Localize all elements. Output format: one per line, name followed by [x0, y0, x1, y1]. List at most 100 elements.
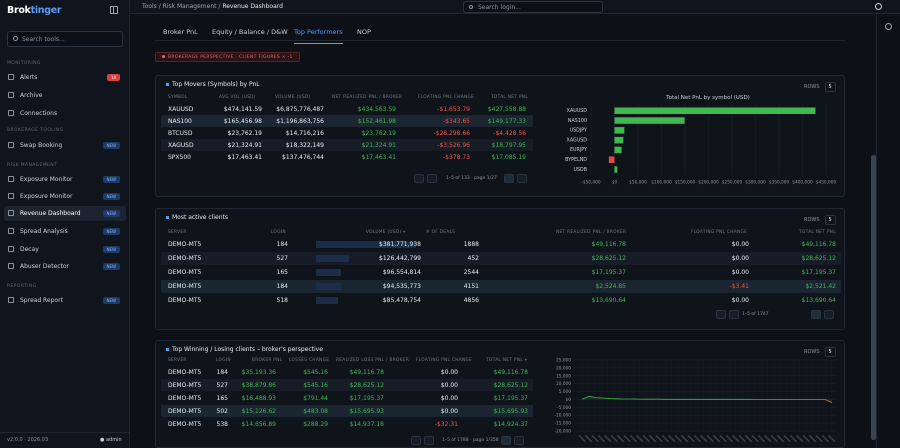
pager-first-button[interactable]	[427, 174, 437, 183]
pager-next-button[interactable]	[811, 310, 821, 319]
col-header[interactable]: LOSSES CHANGE	[289, 358, 329, 363]
table-row[interactable]: DEMO-MT5 184 $94,535,773 4151 $2,524.85 -$3.4…	[161, 280, 841, 293]
table-row[interactable]: XAUUSD $474,141.59 $6,875,776,487 $434,563.…	[161, 103, 533, 115]
x-tick-label	[757, 434, 766, 443]
pager-prev-button[interactable]	[411, 436, 421, 445]
pager-next-button[interactable]	[504, 174, 514, 183]
table-cell: $49,116.78	[349, 369, 384, 376]
rows-selector[interactable]: ROWS 5	[804, 215, 836, 225]
col-header[interactable]: SERVER	[168, 230, 187, 235]
sidebar-item-archive[interactable]: Archive	[4, 88, 126, 103]
tab-equity-balance[interactable]: Equity / Balance / D&W	[212, 28, 288, 36]
login-search-input[interactable]: Search login...	[463, 1, 603, 13]
col-header[interactable]: NET REALIZED PNL / BROKER	[556, 230, 626, 235]
table-cell: 184	[216, 369, 228, 376]
col-header[interactable]: TOTAL NET PNL ▾	[486, 358, 527, 363]
table-cell: DEMO-MT5	[168, 241, 202, 248]
tab-top-performers[interactable]: Top Performers	[294, 28, 343, 44]
table-row[interactable]: DEMO-MT5 518 $85,478,754 4856 $13,690.64 $0.0…	[161, 294, 841, 307]
table-cell: $2,521.42	[805, 283, 836, 290]
rows-value[interactable]: 5	[824, 215, 836, 225]
pager-last-button[interactable]	[517, 174, 527, 183]
sidebar-item-spread-analysis[interactable]: Spread Analysis NEW	[4, 224, 126, 239]
pager-last-button[interactable]	[514, 436, 524, 445]
table-cell: -$32.31	[434, 421, 458, 428]
bar[interactable]	[614, 166, 618, 173]
col-header[interactable]: FLOATING PNL CHANGE	[691, 230, 747, 235]
bar[interactable]	[614, 136, 624, 144]
table-row[interactable]: DEMO-MT5 527 $38,879.86 $545.16 $28,625.12 $0…	[161, 379, 533, 391]
pager-next-button[interactable]	[501, 436, 511, 445]
user-menu[interactable]: ● admin	[100, 437, 122, 443]
table-row[interactable]: DEMO-MT5 165 $16,488.93 $791.44 $17,195.37 $0…	[161, 392, 533, 404]
sidebar-item-alerts[interactable]: Alerts 14	[4, 70, 126, 85]
table-row[interactable]: DEMO-MT5 527 $126,442,799 452 $28,625.12 $0.0…	[161, 252, 841, 265]
col-header[interactable]: VOLUME (USD) ▾	[366, 230, 406, 235]
sidebar-item-revenue-dashboard[interactable]: Revenue Dashboard NEW	[4, 206, 126, 221]
col-header[interactable]: FLOATING PNL CHANGE	[416, 358, 472, 363]
bar[interactable]	[614, 107, 816, 115]
bar[interactable]	[614, 127, 625, 134]
chart-title: Total Net PnL by symbol (USD)	[665, 95, 750, 101]
sidebar-item-exposure-monitor-2[interactable]: Exposure Monitor NEW	[4, 189, 126, 204]
sidebar-item-exposure-monitor[interactable]: Exposure Monitor NEW	[4, 172, 126, 187]
col-header[interactable]: # OF DEALS	[426, 230, 455, 235]
page-scrollbar[interactable]	[871, 155, 876, 440]
brand-logo[interactable]: Broktinger	[7, 5, 62, 16]
table-row[interactable]: DEMO-MT5 184 $35,193.36 $545.16 $49,116.78 $0…	[161, 366, 533, 378]
tab-broker-pnl[interactable]: Broker PnL	[163, 28, 198, 36]
col-header[interactable]: SERVER	[168, 358, 187, 363]
table-cell: $791.44	[303, 395, 328, 402]
col-header[interactable]: BROKER PNL	[252, 358, 282, 363]
pager-prev-button[interactable]	[716, 310, 726, 319]
col-header[interactable]: VOLUME (USD)	[275, 95, 311, 100]
new-badge: NEW	[102, 176, 120, 183]
theme-toggle-icon[interactable]	[875, 3, 882, 10]
winning-losing-clients-card: Top Winning / Losing clients – broker's …	[155, 340, 845, 448]
table-row[interactable]: XAGUSD $21,324.91 $18,322,149 $21,324.91 -$3…	[161, 139, 533, 151]
table-row[interactable]: SPX500 $17,463.41 $137,476,744 $17,463.41 -$…	[161, 151, 533, 163]
bar[interactable]	[608, 156, 615, 164]
sidebar-collapse-icon[interactable]	[110, 6, 118, 14]
table-row[interactable]: NAS100 $165,456.98 $1,196,863,756 $152,461.…	[161, 115, 533, 127]
bar[interactable]	[614, 117, 685, 124]
sidebar-section-reporting: Reporting	[7, 284, 37, 289]
col-header[interactable]: LOGIN	[216, 358, 231, 363]
sidebar-item-spread-report[interactable]: Spread Report NEW	[4, 293, 126, 308]
table-row[interactable]: BTCUSD $23,762.19 $14,716,216 $23,762.19 -$2…	[161, 127, 533, 139]
breadcrumb-tools[interactable]: Tools	[142, 3, 157, 10]
tab-nop[interactable]: NOP	[357, 28, 371, 36]
table-row[interactable]: DEMO-MT5 538 $14,656.89 $288.29 $14,937.18 -$…	[161, 418, 533, 430]
table-cell: $483.08	[303, 408, 328, 415]
profile-icon[interactable]	[885, 23, 892, 30]
col-header[interactable]: TOTAL NET PNL	[491, 95, 528, 100]
sidebar-item-abuser-detector[interactable]: Abuser Detector NEW	[4, 259, 126, 274]
pager-last-button[interactable]	[824, 310, 834, 319]
col-header[interactable]: REALIZED LOSS PNL / BROKER	[336, 358, 409, 363]
breadcrumb-risk[interactable]: Risk Management	[163, 3, 217, 10]
x-tick-label	[821, 434, 830, 443]
sidebar-item-swap-booking[interactable]: Swap Booking NEW	[4, 138, 126, 153]
table-row[interactable]: DEMO-MT5 502 $15,126.62 $483.08 $15,695.93 $0…	[161, 405, 533, 417]
search-icon	[13, 36, 18, 41]
col-header[interactable]: TOTAL NET PNL	[799, 230, 836, 235]
table-cell: $545.16	[303, 382, 328, 389]
col-header[interactable]: FLOATING PNL CHANGE	[418, 95, 474, 100]
col-header[interactable]: LOGIN	[271, 230, 286, 235]
sidebar-item-decay[interactable]: Decay NEW	[4, 242, 126, 257]
pager-prev-button[interactable]	[414, 174, 424, 183]
table-row[interactable]: DEMO-MT5 184 $381,771,938 1888 $49,116.78 $0.…	[161, 238, 841, 251]
table-cell: $0.00	[440, 382, 458, 389]
pager-first-button[interactable]	[424, 436, 434, 445]
col-header[interactable]: SYMBOL	[168, 95, 188, 100]
table-cell: $35,193.36	[241, 369, 276, 376]
table-row[interactable]: DEMO-MT5 165 $96,554,814 2544 $17,195.37 $0.0…	[161, 266, 841, 279]
table-cell: $288.29	[303, 421, 328, 428]
sidebar-item-connections[interactable]: Connections	[4, 106, 126, 121]
col-header[interactable]: AVG VOL (USD)	[219, 95, 256, 100]
sidebar-search-input[interactable]: Search tools...	[7, 31, 123, 47]
sidebar-item-label: Archive	[20, 92, 43, 99]
col-header[interactable]: NET REALIZED PNL / BROKER	[332, 95, 402, 100]
bar[interactable]	[614, 146, 622, 154]
pager-first-button[interactable]	[729, 310, 739, 319]
